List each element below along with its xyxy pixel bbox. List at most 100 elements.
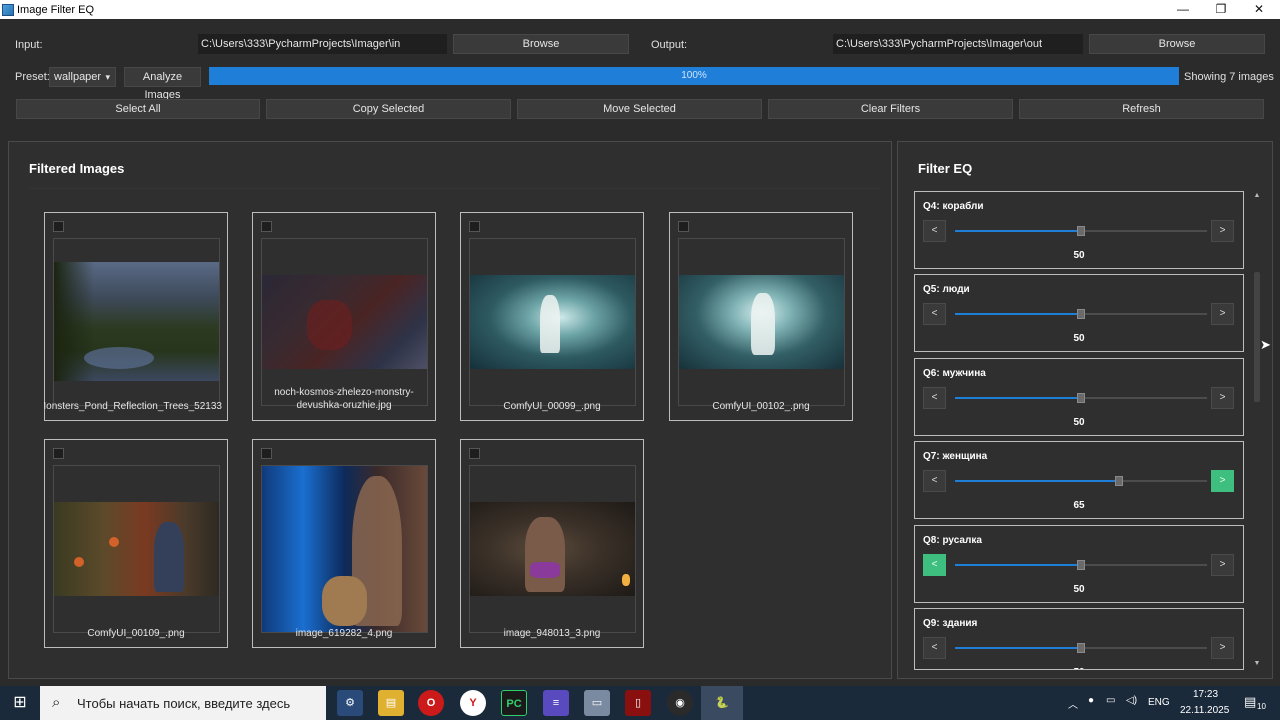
image-card[interactable]: image_948013_3.png	[460, 439, 644, 648]
notes-app-icon[interactable]: ≡	[543, 690, 569, 716]
decrease-button[interactable]: <	[923, 303, 946, 325]
image-caption-line2: devushka-oruzhie.jpg	[296, 400, 392, 411]
obs-studio-icon[interactable]: ◉	[667, 690, 693, 716]
image-caption: image_948013_3.png	[503, 628, 601, 639]
scroll-up-icon[interactable]: ▲	[1253, 192, 1261, 199]
eq-band-label: Q7: женщина	[923, 451, 988, 462]
notifications-icon[interactable]: ▤	[1244, 694, 1256, 710]
window-title: Image Filter EQ	[17, 3, 95, 16]
image-card[interactable]: Monsters_Pond_Reflection_Trees_52133	[44, 212, 228, 421]
select-checkbox[interactable]	[261, 221, 272, 232]
panel-divider	[29, 188, 881, 189]
eq-band-label: Q8: русалка	[923, 535, 982, 546]
taskbar: ⊞ ⌕ Чтобы начать поиск, введите здесь ⚙ …	[0, 686, 1280, 720]
clock-date[interactable]: 22.11.2025	[1180, 705, 1229, 716]
pdf-app-icon[interactable]: ▯	[625, 690, 651, 716]
eq-band-value: 50	[1073, 333, 1085, 344]
tray-expand-icon[interactable]: ︿	[1068, 696, 1078, 711]
maximize-button[interactable]: ❐	[1202, 0, 1240, 19]
increase-button[interactable]: >	[1211, 554, 1234, 576]
input-browse-button[interactable]: Browse	[453, 34, 629, 54]
python-icon[interactable]: 🐍	[701, 686, 743, 720]
increase-button[interactable]: >	[1211, 637, 1234, 659]
input-path-field[interactable]: C:\Users\333\PycharmProjects\Imager\in	[198, 34, 447, 54]
eq-slider-track[interactable]	[955, 480, 1207, 482]
eq-band-label: Q9: здания	[923, 618, 978, 629]
network-app-icon[interactable]: ⚙	[337, 690, 363, 716]
move-selected-button[interactable]: Move Selected	[517, 99, 762, 119]
decrease-button[interactable]: <	[923, 554, 946, 576]
yandex-browser-icon[interactable]: Y	[460, 690, 486, 716]
image-card[interactable]: image_619282_4.png	[252, 439, 436, 648]
explorer-window-icon[interactable]: ▭	[584, 690, 610, 716]
windows-start-icon[interactable]: ⊞	[0, 686, 40, 720]
refresh-button[interactable]: Refresh	[1019, 99, 1264, 119]
eq-slider-fill	[955, 647, 1081, 649]
eq-slider-handle[interactable]	[1077, 309, 1085, 319]
eq-band-value: 50	[1073, 584, 1085, 595]
volume-icon[interactable]: ◁)	[1126, 695, 1137, 706]
eq-slider-handle[interactable]	[1077, 560, 1085, 570]
eq-slider-handle[interactable]	[1077, 393, 1085, 403]
search-placeholder: Чтобы начать поиск, введите здесь	[77, 696, 291, 711]
image-caption: ComfyUI_00102_.png	[712, 401, 810, 412]
eq-band-value: 50	[915, 667, 1243, 669]
output-browse-button[interactable]: Browse	[1089, 34, 1265, 54]
select-checkbox[interactable]	[469, 448, 480, 459]
decrease-button[interactable]: <	[923, 387, 946, 409]
eq-slider-fill	[955, 230, 1081, 232]
eq-band: Q4: корабли < >50	[914, 191, 1244, 269]
select-all-button[interactable]: Select All	[16, 99, 260, 119]
microphone-icon[interactable]: ●	[1088, 695, 1094, 706]
eq-slider-handle[interactable]	[1077, 226, 1085, 236]
increase-button[interactable]: >	[1211, 220, 1234, 242]
image-card[interactable]: ComfyUI_00102_.png	[669, 212, 853, 421]
eq-slider-handle[interactable]	[1114, 476, 1123, 486]
minimize-button[interactable]: —	[1164, 0, 1202, 19]
select-checkbox[interactable]	[53, 221, 64, 232]
select-checkbox[interactable]	[53, 448, 64, 459]
image-caption: noch-kosmos-zhelezo-monstry-	[274, 387, 414, 398]
eq-band: Q8: русалка < >50	[914, 525, 1244, 603]
increase-button[interactable]: >	[1211, 303, 1234, 325]
increase-button[interactable]: >	[1211, 470, 1234, 492]
analyze-images-button[interactable]: Analyze Images	[124, 67, 201, 101]
image-caption: image_619282_4.png	[295, 628, 393, 639]
search-icon: ⌕	[52, 694, 61, 711]
eq-slider-handle[interactable]	[1077, 643, 1085, 653]
clock-time[interactable]: 17:23	[1193, 689, 1218, 700]
analysis-progress-bar: 100%	[209, 67, 1179, 85]
increase-button[interactable]: >	[1211, 387, 1234, 409]
copy-selected-button[interactable]: Copy Selected	[266, 99, 511, 119]
decrease-button[interactable]: <	[923, 220, 946, 242]
network-icon[interactable]: ▭	[1106, 695, 1115, 706]
filtered-images-title: Filtered Images	[29, 161, 125, 176]
preset-select[interactable]: wallpaper ▾	[49, 67, 116, 87]
image-card[interactable]: ComfyUI_00109_.png	[44, 439, 228, 648]
thumbnail-image	[679, 275, 844, 369]
select-checkbox[interactable]	[678, 221, 689, 232]
decrease-button[interactable]: <	[923, 637, 946, 659]
output-path-field[interactable]: C:\Users\333\PycharmProjects\Imager\out	[833, 34, 1083, 54]
image-card[interactable]: ComfyUI_00099_.png	[460, 212, 644, 421]
clear-filters-button[interactable]: Clear Filters	[768, 99, 1013, 119]
thumbnail-image	[262, 275, 427, 369]
chevron-down-icon: ▾	[105, 72, 110, 82]
close-button[interactable]: ✕	[1240, 0, 1278, 19]
select-checkbox[interactable]	[469, 221, 480, 232]
eq-slider-fill	[955, 313, 1081, 315]
thumbnail-image	[54, 262, 219, 381]
title-bar: Image Filter EQ — ❐ ✕	[0, 0, 1280, 19]
image-caption: ComfyUI_00099_.png	[503, 401, 601, 412]
language-indicator[interactable]: ENG	[1148, 697, 1170, 708]
opera-icon[interactable]: O	[418, 690, 444, 716]
image-caption: Monsters_Pond_Reflection_Trees_52133	[44, 401, 222, 412]
scroll-down-icon[interactable]: ▼	[1253, 660, 1261, 667]
decrease-button[interactable]: <	[923, 470, 946, 492]
image-card[interactable]: noch-kosmos-zhelezo-monstry- devushka-or…	[252, 212, 436, 421]
select-checkbox[interactable]	[261, 448, 272, 459]
file-explorer-icon[interactable]: ▤	[378, 690, 404, 716]
eq-scrollbar[interactable]: ▲ ▼	[1252, 192, 1262, 669]
taskbar-search[interactable]: ⌕ Чтобы начать поиск, введите здесь	[40, 686, 326, 720]
pycharm-icon[interactable]: PC	[501, 690, 527, 716]
